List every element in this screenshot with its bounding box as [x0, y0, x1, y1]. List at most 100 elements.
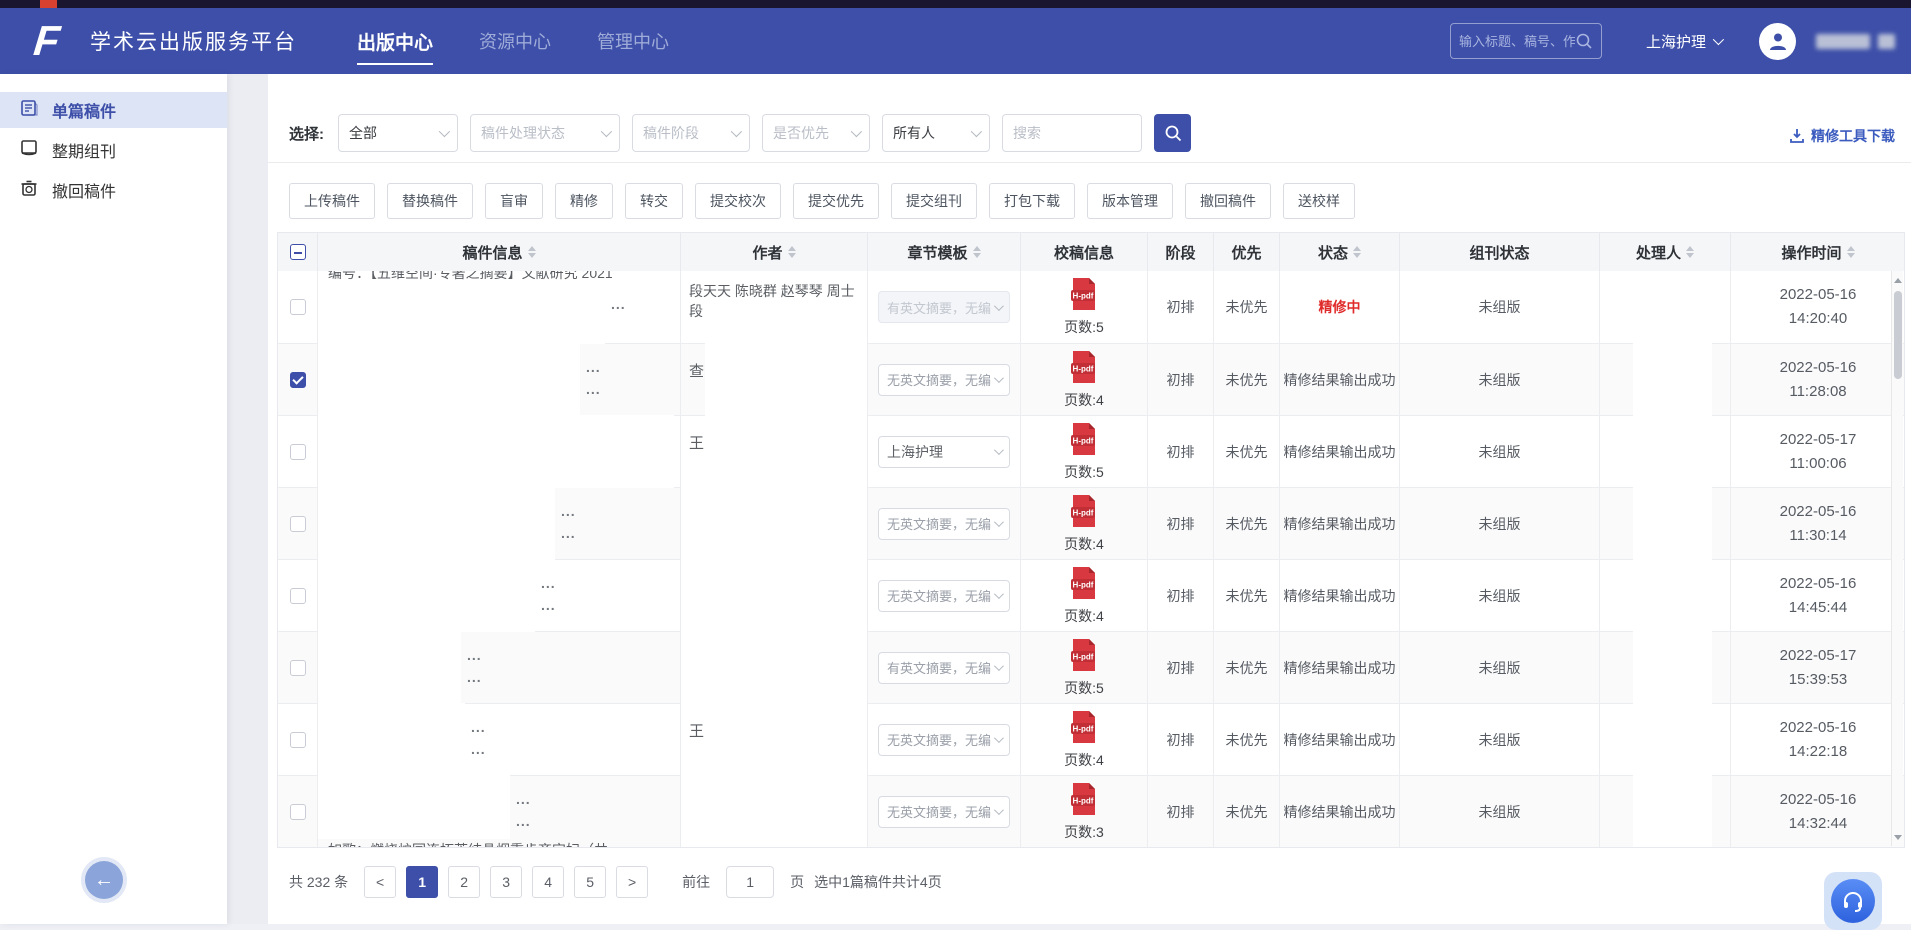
goto-page-input[interactable]	[726, 866, 774, 898]
page-button-3[interactable]: 3	[490, 866, 522, 898]
template-dropdown[interactable]: 无英文摘要，无编	[878, 724, 1010, 756]
column-header-0[interactable]: 稿件信息	[318, 233, 681, 271]
page-button-1[interactable]: 1	[406, 866, 438, 898]
sort-icon[interactable]	[1353, 246, 1361, 258]
filter-search-button[interactable]	[1154, 114, 1191, 152]
template-dropdown[interactable]: 无英文摘要，无编	[878, 796, 1010, 828]
row-checkbox[interactable]	[290, 444, 306, 460]
chapter-template-cell: 无英文摘要，无编	[868, 488, 1021, 559]
filter-select-4[interactable]: 所有人	[882, 114, 990, 152]
truncation-ellipsis: ......	[561, 500, 576, 544]
svg-text:H-pdf: H-pdf	[1073, 580, 1094, 589]
template-dropdown[interactable]: 有英文摘要，无编	[878, 652, 1010, 684]
redaction-box	[705, 415, 867, 488]
sidebar-item-2[interactable]: 撤回稿件	[0, 172, 227, 208]
column-header-2[interactable]: 章节模板	[868, 233, 1021, 271]
action-button-3[interactable]: 精修	[555, 183, 613, 219]
page-button-4[interactable]: 4	[532, 866, 564, 898]
group-status-cell: 未组版	[1400, 488, 1600, 559]
template-dropdown[interactable]: 上海护理	[878, 436, 1010, 468]
global-search-input[interactable]	[1459, 34, 1575, 49]
action-button-6[interactable]: 提交优先	[793, 183, 879, 219]
chat-help-button[interactable]	[1824, 872, 1882, 930]
avatar[interactable]	[1759, 23, 1796, 60]
refine-tool-download-link[interactable]: 精修工具下载	[1789, 126, 1895, 146]
manuscript-table: 稿件信息作者章节模板校稿信息阶段优先状态组刊状态处理人操作时间 编号：【五维空间…	[277, 232, 1905, 848]
row-checkbox[interactable]	[290, 516, 306, 532]
action-button-7[interactable]: 提交组刊	[891, 183, 977, 219]
filter-select-1[interactable]: 稿件处理状态	[470, 114, 620, 152]
navbar-right-cluster: 上海护理	[1450, 8, 1895, 74]
row-checkbox[interactable]	[290, 588, 306, 604]
page-button-2[interactable]: 2	[448, 866, 480, 898]
action-button-5[interactable]: 提交校次	[695, 183, 781, 219]
pdf-icon[interactable]: H-pdf	[1069, 277, 1099, 314]
action-button-8[interactable]: 打包下载	[989, 183, 1075, 219]
operation-date: 2022-05-17	[1780, 428, 1857, 452]
column-header-1[interactable]: 作者	[681, 233, 868, 271]
manuscript-info-cell: ......	[318, 560, 681, 631]
sort-icon[interactable]	[973, 246, 981, 258]
pdf-icon[interactable]: H-pdf	[1069, 350, 1099, 387]
chapter-template-cell: 上海护理	[868, 416, 1021, 487]
sort-icon[interactable]	[788, 246, 796, 258]
table-scrollbar[interactable]	[1891, 271, 1903, 846]
action-button-9[interactable]: 版本管理	[1087, 183, 1173, 219]
action-button-4[interactable]: 转交	[625, 183, 683, 219]
action-button-10[interactable]: 撤回稿件	[1185, 183, 1271, 219]
page-button-5[interactable]: 5	[574, 866, 606, 898]
redaction-box	[318, 775, 510, 839]
main-content-card: 选择: 全部稿件处理状态稿件阶段是否优先所有人 精修工具下载 上传稿件替换稿件盲…	[268, 74, 1911, 924]
sidebar-item-0[interactable]: 单篇稿件	[0, 92, 227, 128]
back-button[interactable]: ←	[85, 861, 123, 899]
sort-icon[interactable]	[1686, 246, 1694, 258]
filter-keyword-input[interactable]	[1002, 114, 1142, 152]
prev-page-button[interactable]: <	[364, 866, 396, 898]
filter-select-2[interactable]: 稿件阶段	[632, 114, 750, 152]
action-button-2[interactable]: 盲审	[485, 183, 543, 219]
filter-select-0[interactable]: 全部	[338, 114, 458, 152]
template-dropdown[interactable]: 无英文摘要，无编	[878, 508, 1010, 540]
select-all-checkbox[interactable]	[290, 244, 306, 260]
menu-item-0[interactable]: 出版中心	[357, 8, 433, 74]
filter-select-3[interactable]: 是否优先	[762, 114, 870, 152]
menu-item-1[interactable]: 资源中心	[479, 8, 551, 74]
global-search-box[interactable]	[1450, 23, 1602, 59]
column-header-label: 处理人	[1636, 242, 1681, 263]
action-button-1[interactable]: 替换稿件	[387, 183, 473, 219]
handler-cell	[1600, 704, 1731, 775]
column-header-8[interactable]: 处理人	[1600, 233, 1731, 271]
row-checkbox[interactable]	[290, 732, 306, 748]
sidebar-item-1[interactable]: 整期组刊	[0, 132, 227, 168]
pdf-icon[interactable]: H-pdf	[1069, 566, 1099, 603]
scrollbar-thumb[interactable]	[1894, 291, 1902, 379]
column-header-9[interactable]: 操作时间	[1731, 233, 1905, 271]
menu-item-2[interactable]: 管理中心	[597, 8, 669, 74]
pdf-icon[interactable]: H-pdf	[1069, 422, 1099, 459]
pdf-icon[interactable]: H-pdf	[1069, 782, 1099, 819]
action-button-0[interactable]: 上传稿件	[289, 183, 375, 219]
pdf-icon[interactable]: H-pdf	[1069, 710, 1099, 747]
operation-clock: 14:20:40	[1789, 307, 1847, 331]
pdf-icon[interactable]: H-pdf	[1069, 494, 1099, 531]
template-dropdown[interactable]: 无英文摘要，无编	[878, 580, 1010, 612]
pdf-icon[interactable]: H-pdf	[1069, 638, 1099, 675]
chapter-template-cell: 有英文摘要，无编	[868, 271, 1021, 343]
row-checkbox[interactable]	[290, 804, 306, 820]
column-header-6[interactable]: 状态	[1280, 233, 1400, 271]
scrollbar-down-arrow[interactable]	[1892, 830, 1904, 844]
sort-icon[interactable]	[528, 246, 536, 258]
row-checkbox[interactable]	[290, 372, 306, 388]
row-checkbox[interactable]	[290, 660, 306, 676]
next-page-button[interactable]: >	[616, 866, 648, 898]
sort-icon[interactable]	[1847, 246, 1855, 258]
priority-cell: 未优先	[1214, 704, 1280, 775]
template-dropdown[interactable]: 无英文摘要，无编	[878, 364, 1010, 396]
scrollbar-up-arrow[interactable]	[1892, 273, 1904, 287]
row-checkbox[interactable]	[290, 299, 306, 315]
action-button-11[interactable]: 送校样	[1283, 183, 1355, 219]
proof-info-cell: H-pdf页数:4	[1021, 488, 1148, 559]
template-dropdown[interactable]: 有英文摘要，无编	[878, 291, 1010, 323]
org-selector[interactable]: 上海护理	[1646, 31, 1721, 52]
row-checkbox-cell	[278, 344, 318, 415]
